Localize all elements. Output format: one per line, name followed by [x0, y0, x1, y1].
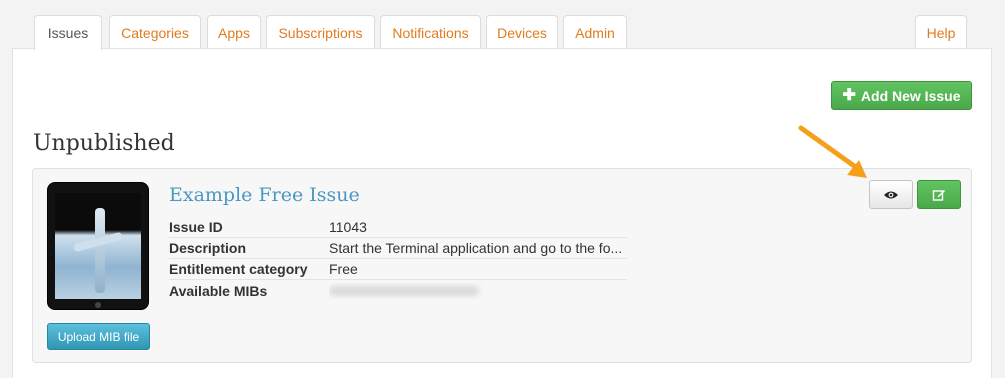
issue-cover-thumbnail	[47, 182, 149, 310]
table-row: Issue ID 11043	[169, 217, 627, 238]
upload-mib-button[interactable]: Upload MIB file	[47, 323, 150, 350]
tab-help[interactable]: Help	[915, 15, 967, 49]
tab-subscriptions[interactable]: Subscriptions	[266, 15, 375, 49]
add-new-issue-label: Add New Issue	[860, 87, 961, 104]
field-value-redacted	[329, 283, 627, 299]
add-new-issue-button[interactable]: ✚ Add New Issue	[831, 81, 972, 110]
tab-notifications[interactable]: Notifications	[380, 15, 481, 49]
field-label: Available MIBs	[169, 282, 268, 299]
field-label: Entitlement category	[169, 261, 308, 277]
annotation-arrow-icon	[798, 125, 867, 178]
table-row: Available MIBs	[169, 280, 627, 301]
section-title: Unpublished	[33, 131, 175, 156]
cover-image	[55, 193, 141, 299]
field-label: Issue ID	[169, 219, 223, 235]
tab-bar: Issues Categories Apps Subscriptions Not…	[34, 15, 974, 50]
redacted-value	[329, 285, 479, 296]
table-row: Entitlement category Free	[169, 259, 627, 280]
field-label: Description	[169, 240, 247, 256]
issue-title-link[interactable]: Example Free Issue	[169, 184, 360, 206]
field-value: Start the Terminal application and go to…	[329, 240, 623, 256]
plus-icon: ✚	[842, 86, 856, 104]
field-value: 11043	[329, 219, 367, 235]
tab-apps[interactable]: Apps	[207, 15, 261, 49]
table-row: Description Start the Terminal applicati…	[169, 238, 627, 259]
edit-icon	[932, 189, 945, 201]
edit-button[interactable]	[917, 180, 961, 209]
preview-button[interactable]	[869, 180, 913, 209]
field-value: Free	[329, 261, 358, 277]
tab-issues[interactable]: Issues	[34, 15, 102, 50]
tab-admin[interactable]: Admin	[563, 15, 627, 49]
tab-categories[interactable]: Categories	[109, 15, 201, 49]
eye-icon	[884, 191, 898, 198]
issue-details-table: Issue ID 11043 Description Start the Ter…	[169, 217, 627, 301]
tab-devices[interactable]: Devices	[486, 15, 558, 49]
